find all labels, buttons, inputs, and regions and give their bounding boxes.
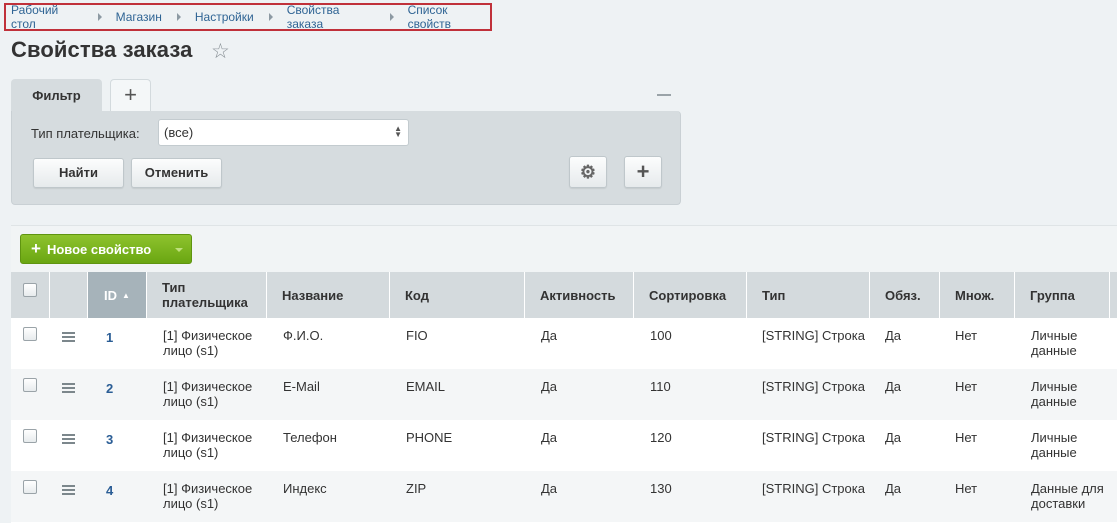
cell-payer-type: [1] Физическое лицо (s1) xyxy=(163,430,253,460)
hamburger-menu-icon[interactable] xyxy=(62,485,75,497)
cell-code: ZIP xyxy=(406,481,427,496)
column-header-sort[interactable]: Сортировка xyxy=(634,272,747,318)
payer-type-label: Тип плательщика: xyxy=(31,126,140,141)
cell-type: [STRING] Строка xyxy=(762,379,865,394)
hamburger-menu-icon[interactable] xyxy=(62,332,75,344)
cell-active: Да xyxy=(541,430,558,445)
tab-filter[interactable]: Фильтр xyxy=(11,79,102,113)
table-row[interactable]: 3 [1] Физическое лицо (s1) Телефон PHONE… xyxy=(11,420,1117,471)
cell-payer-type: [1] Физическое лицо (s1) xyxy=(163,328,253,358)
cell-active: Да xyxy=(541,481,558,496)
row-id-link[interactable]: 3 xyxy=(106,420,113,471)
table-header: ID ▲ Тип плательщика Название Код Активно… xyxy=(11,272,1117,318)
header-actions-cell xyxy=(50,272,88,318)
add-filter-field-button[interactable]: + xyxy=(624,156,662,188)
cell-name: Индекс xyxy=(283,481,327,496)
hamburger-menu-icon[interactable] xyxy=(62,383,75,395)
cell-code: FIO xyxy=(406,328,428,343)
column-header-required[interactable]: Обяз. xyxy=(870,272,940,318)
row-id-link[interactable]: 1 xyxy=(106,318,113,369)
payer-type-value: (все) xyxy=(164,125,194,140)
breadcrumb-item-order-properties[interactable]: Свойства заказа xyxy=(287,3,375,31)
breadcrumb-item-desktop[interactable]: Рабочий стол xyxy=(11,3,83,31)
cell-code: PHONE xyxy=(406,430,453,445)
properties-table: ID ▲ Тип плательщика Название Код Активно… xyxy=(11,272,1117,523)
cell-payer-type: [1] Физическое лицо (s1) xyxy=(163,379,253,409)
cell-group: Личные данные xyxy=(1031,328,1078,358)
cell-active: Да xyxy=(541,379,558,394)
breadcrumb-item-property-list[interactable]: Список свойств xyxy=(408,3,490,31)
cell-required: Да xyxy=(885,379,902,394)
column-header-group[interactable]: Группа xyxy=(1015,272,1110,318)
cell-sort: 110 xyxy=(650,379,671,394)
cell-multiple: Нет xyxy=(955,379,978,394)
cell-code: EMAIL xyxy=(406,379,446,394)
cell-type: [STRING] Строка xyxy=(762,328,865,343)
cell-name: Ф.И.О. xyxy=(283,328,324,343)
header-checkbox-cell xyxy=(11,272,50,318)
gear-icon[interactable]: ⚙ xyxy=(569,156,607,188)
cell-group: Данные для доставки xyxy=(1031,481,1104,511)
new-property-button[interactable]: + Новое свойство xyxy=(20,234,192,264)
column-header-id[interactable]: ID ▲ xyxy=(88,272,147,318)
table-row[interactable]: 2 [1] Физическое лицо (s1) E-Mail EMAIL … xyxy=(11,369,1117,420)
sort-ascending-icon: ▲ xyxy=(122,290,130,300)
cell-name: E-Mail xyxy=(283,379,320,394)
cell-multiple: Нет xyxy=(955,430,978,445)
cell-group: Личные данные xyxy=(1031,430,1078,460)
cell-multiple: Нет xyxy=(955,328,978,343)
filter-panel: Тип плательщика: (все) ▲ ▼ Найти Отменить… xyxy=(11,111,681,205)
cell-sort: 100 xyxy=(650,328,672,343)
page-title: Свойства заказа xyxy=(11,37,193,62)
cell-required: Да xyxy=(885,430,902,445)
column-header-multiple[interactable]: Множ. xyxy=(940,272,1015,318)
cell-required: Да xyxy=(885,481,902,496)
table-row[interactable]: 1 [1] Физическое лицо (s1) Ф.И.О. FIO Да… xyxy=(11,318,1117,369)
column-header-name[interactable]: Название xyxy=(267,272,390,318)
column-header-id-label: ID xyxy=(104,287,118,303)
cell-payer-type: [1] Физическое лицо (s1) xyxy=(163,481,253,511)
row-checkbox[interactable] xyxy=(23,480,37,494)
star-icon[interactable]: ☆ xyxy=(211,39,230,64)
select-all-checkbox[interactable] xyxy=(23,283,37,297)
chevron-right-icon xyxy=(389,13,394,21)
cell-type: [STRING] Строка xyxy=(762,430,865,445)
row-checkbox[interactable] xyxy=(23,378,37,392)
breadcrumb: Рабочий стол Магазин Настройки Свойства … xyxy=(4,3,492,31)
row-id-link[interactable]: 2 xyxy=(106,369,113,420)
list-toolbar: + Новое свойство xyxy=(11,225,1117,272)
column-header-type[interactable]: Тип xyxy=(747,272,870,318)
column-header-payer-type[interactable]: Тип плательщика xyxy=(147,272,267,318)
breadcrumb-item-settings[interactable]: Настройки xyxy=(195,10,254,24)
row-checkbox[interactable] xyxy=(23,327,37,341)
cell-required: Да xyxy=(885,328,902,343)
cell-sort: 130 xyxy=(650,481,672,496)
cancel-button[interactable]: Отменить xyxy=(131,158,222,188)
breadcrumb-item-shop[interactable]: Магазин xyxy=(116,10,162,24)
row-id-link[interactable]: 4 xyxy=(106,471,113,522)
cell-multiple: Нет xyxy=(955,481,978,496)
row-checkbox[interactable] xyxy=(23,429,37,443)
chevron-right-icon xyxy=(176,13,181,21)
cell-group: Личные данные xyxy=(1031,379,1078,409)
column-header-code[interactable]: Код xyxy=(390,272,525,318)
cell-sort: 120 xyxy=(650,430,672,445)
chevron-right-icon xyxy=(268,13,273,21)
new-property-label: Новое свойство xyxy=(46,242,152,257)
column-header-active[interactable]: Активность xyxy=(525,272,634,318)
find-button[interactable]: Найти xyxy=(33,158,124,188)
chevron-right-icon xyxy=(97,13,102,21)
select-arrows-icon: ▲ ▼ xyxy=(394,124,402,139)
cell-type: [STRING] Строка xyxy=(762,481,865,496)
chevron-down-icon[interactable] xyxy=(175,248,183,252)
cell-name: Телефон xyxy=(283,430,337,445)
minimize-icon[interactable] xyxy=(657,94,671,96)
add-filter-tab-button[interactable]: + xyxy=(110,79,151,111)
plus-icon: + xyxy=(31,239,41,258)
table-row[interactable]: 4 [1] Физическое лицо (s1) Индекс ZIP Да… xyxy=(11,471,1117,522)
hamburger-menu-icon[interactable] xyxy=(62,434,75,446)
payer-type-select[interactable]: (все) ▲ ▼ xyxy=(158,119,409,146)
cell-active: Да xyxy=(541,328,558,343)
